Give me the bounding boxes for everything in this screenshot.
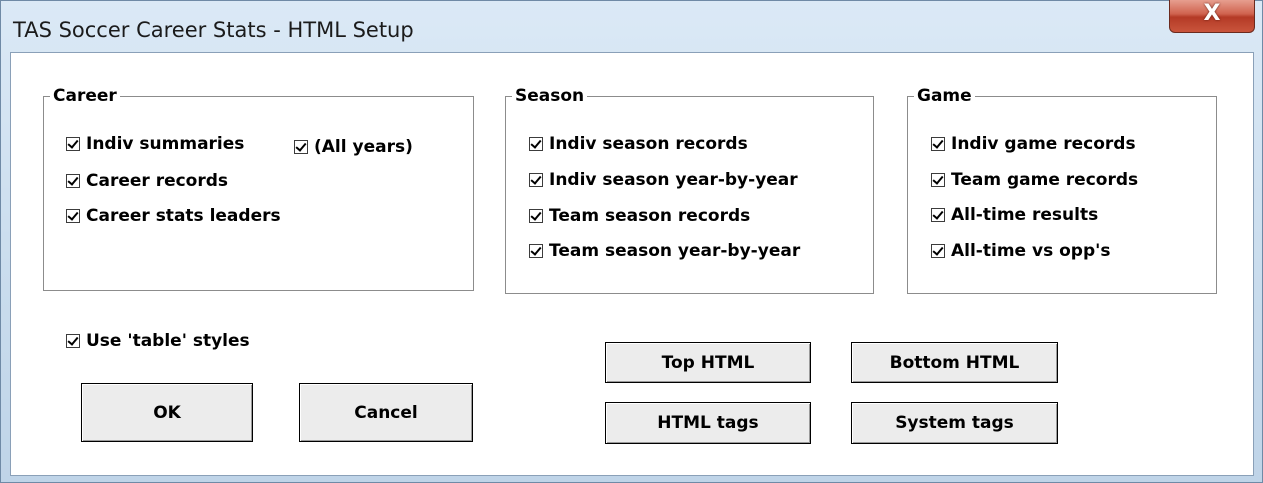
team-game-records-checkbox[interactable]: Team game records <box>931 169 1138 191</box>
checkbox-checked-icon <box>66 209 80 223</box>
cancel-button[interactable]: Cancel <box>299 383 473 442</box>
title-bar[interactable]: TAS Soccer Career Stats - HTML Setup X <box>1 0 1262 51</box>
bottom-html-button[interactable]: Bottom HTML <box>851 342 1058 383</box>
use-table-styles-checkbox[interactable]: Use 'table' styles <box>66 330 250 352</box>
checkbox-label: (All years) <box>314 137 413 157</box>
checkbox-label: Career records <box>86 171 229 191</box>
team-season-year-by-year-checkbox[interactable]: Team season year-by-year <box>529 240 800 262</box>
checkbox-checked-icon <box>66 174 80 188</box>
checkbox-label: Indiv season records <box>549 134 748 154</box>
checkbox-label: Use 'table' styles <box>86 331 250 351</box>
checkbox-label: Indiv game records <box>951 134 1136 154</box>
checkbox-label: Team game records <box>951 170 1139 190</box>
game-group-title: Game <box>914 85 975 107</box>
checkbox-label: Team season records <box>549 206 751 226</box>
checkbox-checked-icon <box>66 137 80 151</box>
checkbox-checked-icon <box>931 244 945 258</box>
ok-button[interactable]: OK <box>81 383 253 442</box>
close-icon: X <box>1203 1 1221 26</box>
season-group: Season Indiv season records Indiv season… <box>505 85 874 294</box>
checkbox-checked-icon <box>931 173 945 187</box>
checkbox-label: Team season year-by-year <box>549 241 801 261</box>
close-button[interactable]: X <box>1169 0 1255 33</box>
checkbox-checked-icon <box>529 137 543 151</box>
season-group-title: Season <box>512 85 588 107</box>
career-stats-leaders-checkbox[interactable]: Career stats leaders <box>66 205 281 227</box>
checkbox-checked-icon <box>294 140 308 154</box>
checkbox-label: Indiv season year-by-year <box>549 170 798 190</box>
system-tags-button[interactable]: System tags <box>851 402 1058 444</box>
all-years-checkbox[interactable]: (All years) <box>294 136 413 158</box>
checkbox-label: Career stats leaders <box>86 206 281 226</box>
game-group: Game Indiv game records Team game record… <box>907 85 1217 294</box>
checkbox-label: All-time results <box>951 205 1099 225</box>
career-records-checkbox[interactable]: Career records <box>66 170 228 192</box>
indiv-season-year-by-year-checkbox[interactable]: Indiv season year-by-year <box>529 169 798 191</box>
checkbox-checked-icon <box>66 334 80 348</box>
team-season-records-checkbox[interactable]: Team season records <box>529 205 750 227</box>
checkbox-checked-icon <box>529 173 543 187</box>
dialog-window: TAS Soccer Career Stats - HTML Setup X C… <box>0 0 1263 483</box>
checkbox-checked-icon <box>931 208 945 222</box>
all-time-results-checkbox[interactable]: All-time results <box>931 204 1098 226</box>
indiv-summaries-checkbox[interactable]: Indiv summaries <box>66 133 244 155</box>
top-html-button[interactable]: Top HTML <box>605 342 811 383</box>
checkbox-checked-icon <box>529 244 543 258</box>
career-group-title: Career <box>50 85 120 107</box>
checkbox-label: Indiv summaries <box>86 134 245 154</box>
checkbox-checked-icon <box>931 137 945 151</box>
checkbox-label: All-time vs opp's <box>951 241 1111 261</box>
window-title: TAS Soccer Career Stats - HTML Setup <box>13 18 414 42</box>
all-time-vs-opps-checkbox[interactable]: All-time vs opp's <box>931 240 1110 262</box>
indiv-game-records-checkbox[interactable]: Indiv game records <box>931 133 1136 155</box>
indiv-season-records-checkbox[interactable]: Indiv season records <box>529 133 748 155</box>
career-group: Career Indiv summaries (All years) Caree… <box>43 85 474 291</box>
checkbox-checked-icon <box>529 209 543 223</box>
html-tags-button[interactable]: HTML tags <box>605 402 811 444</box>
dialog-body: Career Indiv summaries (All years) Caree… <box>10 52 1254 476</box>
